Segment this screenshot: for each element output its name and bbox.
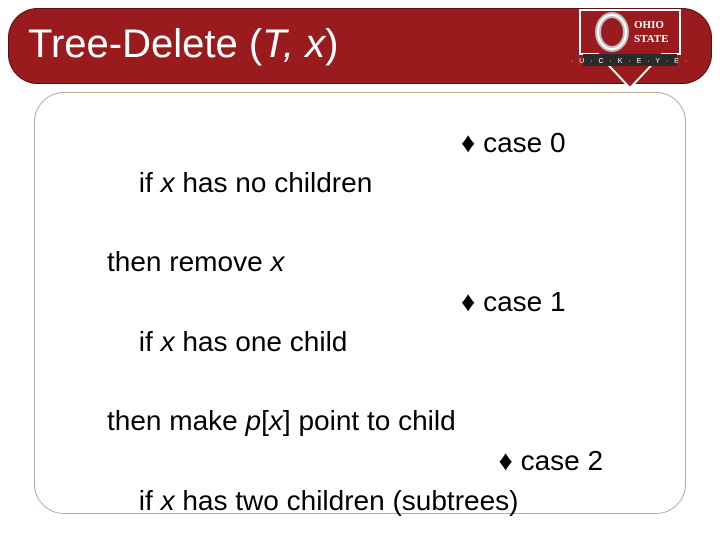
content-box: if x has no children ♦ case 0 then remov… [34, 92, 686, 514]
case-1-marker: ♦ case 1 [461, 282, 659, 401]
title-bar: Tree-Delete (T, x) OHIO STATE B · U · C … [8, 8, 712, 84]
line-1: if x has no children ♦ case 0 [61, 123, 659, 242]
slide: Tree-Delete (T, x) OHIO STATE B · U · C … [0, 0, 720, 540]
case-0-marker: ♦ case 0 [461, 123, 659, 242]
var-x: x [161, 326, 175, 357]
pseudocode: if x has no children ♦ case 0 then remov… [61, 123, 659, 540]
text: if [139, 485, 161, 516]
var-x: x [269, 401, 283, 441]
var-x: x [270, 242, 284, 282]
title-prefix: Tree-Delete ( [28, 22, 262, 66]
text: if [139, 167, 161, 198]
text: has two children (subtrees) [175, 485, 519, 516]
var-x: x [161, 485, 175, 516]
text: has one child [175, 326, 348, 357]
logo-top-text: OHIO [634, 19, 664, 31]
text: if [139, 326, 161, 357]
line-3: if x has one child ♦ case 1 [61, 282, 659, 401]
case-2-marker: ♦ case 2 [499, 441, 659, 540]
text: ] point to child [283, 401, 456, 441]
text: [ [261, 401, 269, 441]
line-2: then remove x [61, 242, 659, 282]
title-suffix: ) [325, 22, 338, 66]
logo-bottom-text: B · U · C · K · E · Y · E · S [570, 58, 690, 65]
ohio-state-logo: OHIO STATE B · U · C · K · E · Y · E · S [570, 6, 690, 92]
var-x: x [161, 167, 175, 198]
logo-top-text-2: STATE [634, 33, 668, 45]
title-args: T, x [262, 22, 325, 66]
text: has no children [175, 167, 373, 198]
text: then make [107, 401, 246, 441]
line-5: if x has two children (subtrees) ♦ case … [61, 441, 659, 540]
var-p: p [246, 401, 262, 441]
line-4: then make p[x] point to child [61, 401, 659, 441]
slide-title: Tree-Delete (T, x) [28, 22, 338, 67]
text: then remove [107, 242, 270, 282]
